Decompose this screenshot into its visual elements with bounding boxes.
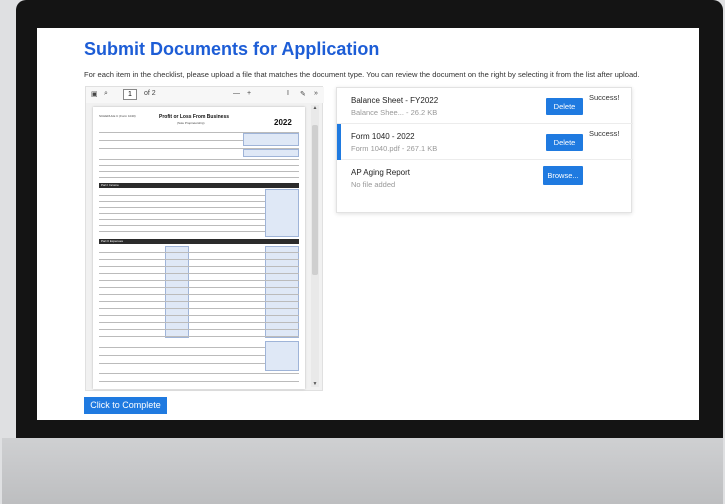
complete-button[interactable]: Click to Complete	[84, 397, 167, 414]
list-item[interactable]: AP Aging Report No file added Browse...	[337, 160, 633, 196]
delete-button[interactable]: Delete	[546, 134, 583, 151]
search-icon[interactable]: ⌕	[104, 90, 108, 98]
form-year: 2022	[274, 118, 292, 127]
document-checklist: Balance Sheet - FY2022 Balance Shee... -…	[336, 87, 633, 213]
document-file: Balance Shee... - 26.2 KB	[351, 108, 438, 117]
page-title: Submit Documents for Application	[84, 39, 380, 59]
delete-button[interactable]: Delete	[546, 98, 583, 115]
form-subtitle: (Sole Proprietorship)	[177, 121, 205, 125]
pdf-page: SCHEDULE C (Form 1040) Profit or Loss Fr…	[93, 107, 305, 389]
chevron-double-right-icon[interactable]: »	[314, 90, 318, 97]
document-file: Form 1040.pdf - 267.1 KB	[351, 144, 438, 153]
document-name: AP Aging Report	[351, 168, 411, 177]
page-count: of 2	[144, 90, 156, 97]
scroll-down-icon[interactable]: ▼	[311, 381, 319, 387]
part2-header: Part II Expenses	[101, 239, 124, 243]
monitor-chin	[2, 438, 723, 504]
viewer-toolbar: ▣ ⌕ of 2 — + I ✎ »	[86, 87, 324, 103]
text-select-icon[interactable]: I	[287, 90, 289, 97]
page-number-input[interactable]	[123, 89, 137, 100]
scrollbar-thumb[interactable]	[312, 125, 318, 275]
zoom-out-button[interactable]: —	[233, 90, 240, 97]
list-item[interactable]: Balance Sheet - FY2022 Balance Shee... -…	[337, 88, 633, 124]
zoom-in-button[interactable]: +	[247, 90, 251, 97]
selection-indicator	[337, 124, 341, 160]
viewer-scrollbar[interactable]: ▲ ▼	[311, 105, 319, 387]
sidebar-toggle-icon[interactable]: ▣	[91, 90, 98, 98]
instructions-text: For each item in the checklist, please u…	[84, 70, 640, 79]
document-name: Balance Sheet - FY2022	[351, 96, 439, 105]
pen-icon[interactable]: ✎	[300, 90, 306, 98]
pdf-viewer[interactable]: ▣ ⌕ of 2 — + I ✎ » SCHEDULE C (Form 1040…	[85, 86, 324, 391]
document-file: No file added	[351, 180, 396, 189]
monitor-frame: Submit Documents for Application For eac…	[2, 0, 723, 504]
part1-header: Part I Income	[101, 183, 119, 187]
scroll-up-icon[interactable]: ▲	[311, 105, 319, 111]
status-text: Success!	[589, 93, 620, 102]
application-window: Submit Documents for Application For eac…	[37, 28, 699, 420]
status-text: Success!	[589, 129, 620, 138]
list-item-selected[interactable]: Form 1040 - 2022 Form 1040.pdf - 267.1 K…	[337, 124, 633, 160]
form-code: SCHEDULE C (Form 1040)	[99, 114, 136, 118]
form-title: Profit or Loss From Business	[159, 114, 230, 120]
document-name: Form 1040 - 2022	[351, 132, 415, 141]
browse-button[interactable]: Browse...	[543, 166, 583, 185]
